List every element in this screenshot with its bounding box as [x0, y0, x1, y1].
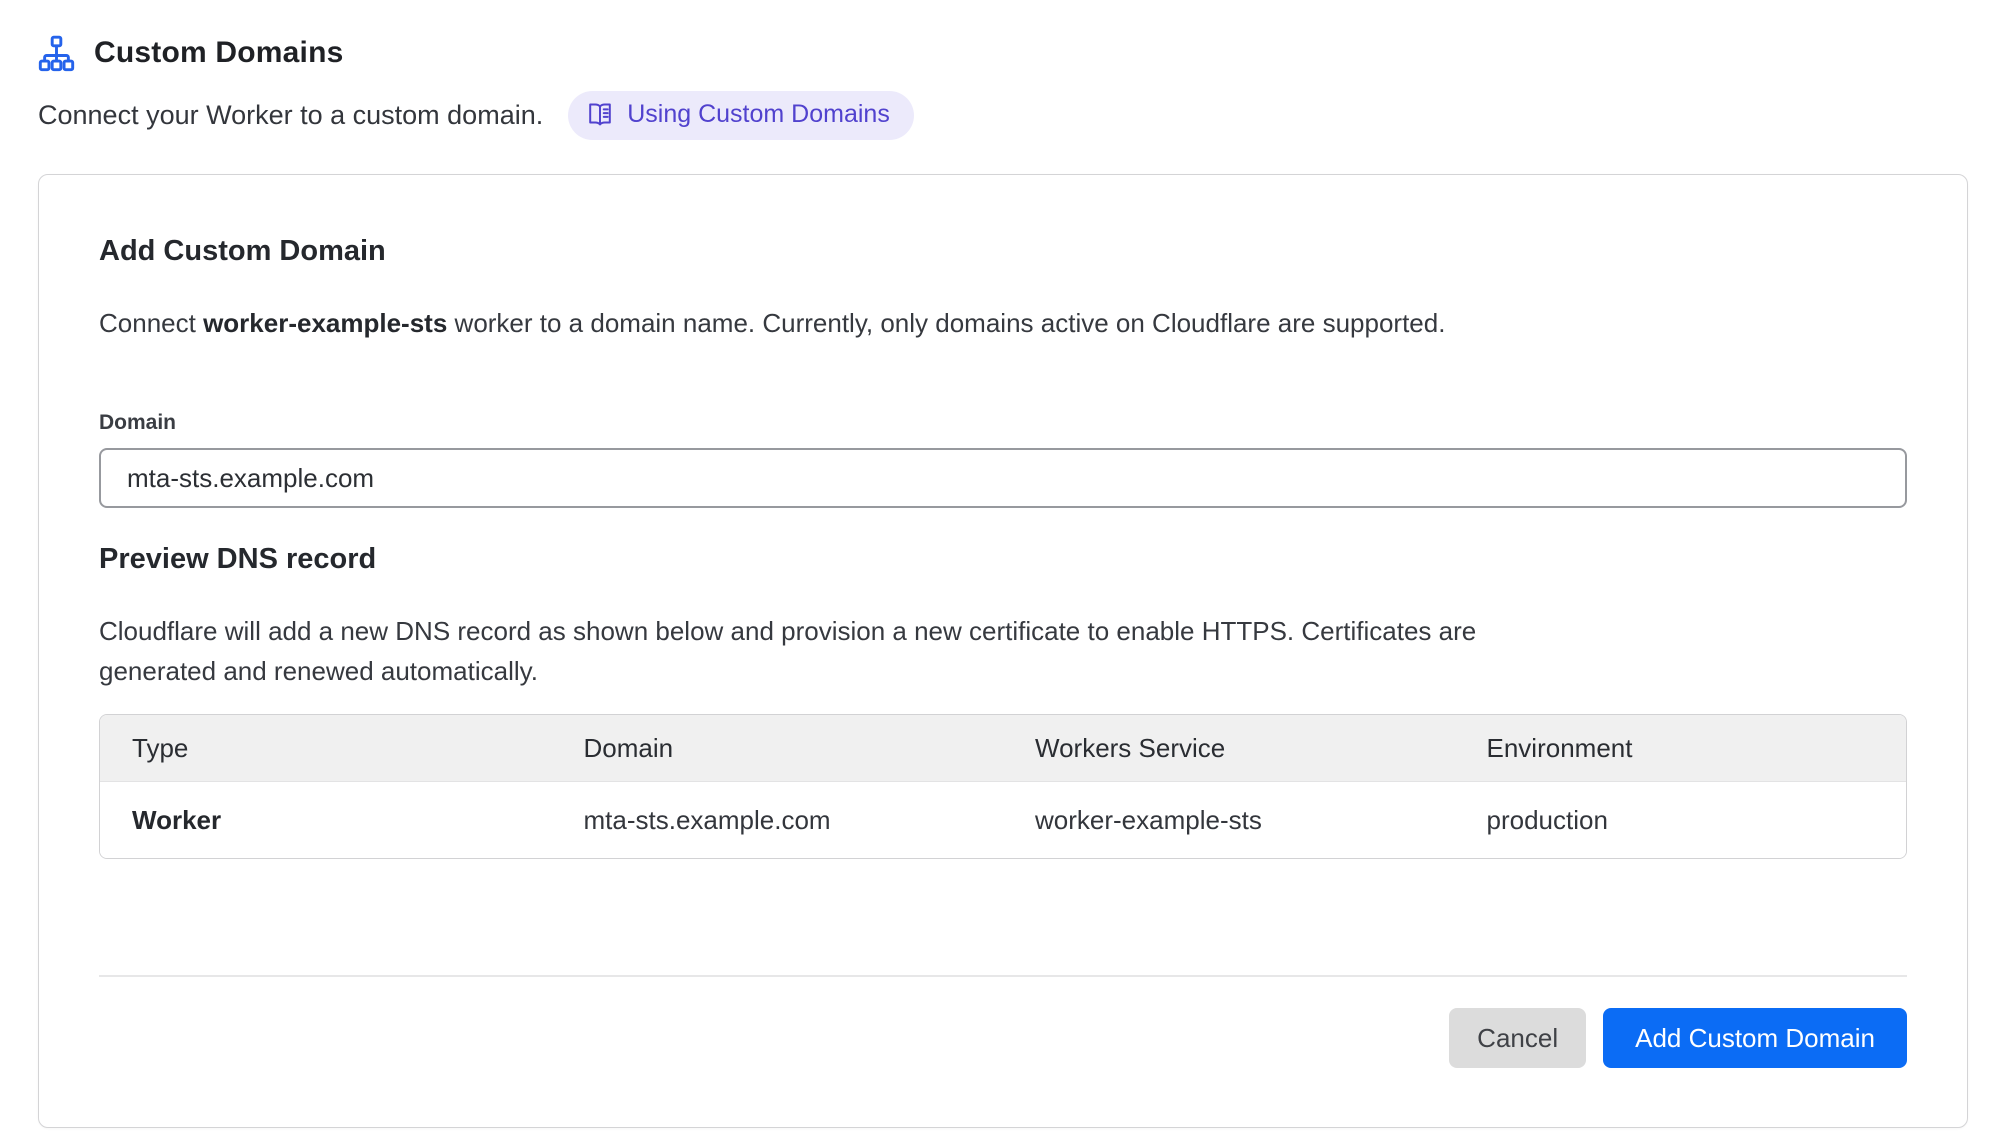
domain-field-group: Domain: [99, 409, 1907, 508]
card-actions: Cancel Add Custom Domain: [99, 1008, 1907, 1068]
preview-desc-line-2: generated and renewed automatically.: [99, 651, 1907, 691]
sitemap-icon: [38, 35, 75, 72]
table-row: Worker mta-sts.example.com worker-exampl…: [100, 782, 1906, 859]
preview-desc-line-1: Cloudflare will add a new DNS record as …: [99, 611, 1907, 651]
table-header-row: Type Domain Workers Service Environment: [100, 715, 1906, 782]
intro-suffix: worker to a domain name. Currently, only…: [447, 308, 1445, 338]
card-intro-text: Connect worker-example-sts worker to a d…: [99, 305, 1907, 341]
page-header: Custom Domains: [38, 30, 1961, 76]
cell-workers-service: worker-example-sts: [1003, 782, 1455, 859]
worker-name: worker-example-sts: [203, 308, 447, 338]
cell-environment: production: [1455, 782, 1907, 859]
page-title: Custom Domains: [94, 36, 344, 70]
docs-link-using-custom-domains[interactable]: Using Custom Domains: [568, 91, 914, 140]
column-header-type: Type: [100, 715, 552, 782]
cell-type: Worker: [100, 782, 552, 859]
preview-dns-heading: Preview DNS record: [99, 541, 1907, 577]
column-header-domain: Domain: [552, 715, 1004, 782]
domain-field-label: Domain: [99, 409, 1907, 437]
book-open-icon: [586, 101, 614, 129]
dns-preview-table: Type Domain Workers Service Environment …: [99, 714, 1907, 859]
add-custom-domain-card: Add Custom Domain Connect worker-example…: [38, 174, 1968, 1128]
domain-input[interactable]: [99, 448, 1907, 508]
intro-prefix: Connect: [99, 308, 203, 338]
add-custom-domain-button[interactable]: Add Custom Domain: [1603, 1008, 1907, 1068]
docs-link-label: Using Custom Domains: [627, 102, 890, 127]
custom-domains-page: Custom Domains Connect your Worker to a …: [0, 0, 1999, 1128]
page-subtitle: Connect your Worker to a custom domain.: [38, 100, 543, 131]
cell-domain: mta-sts.example.com: [552, 782, 1004, 859]
column-header-workers-service: Workers Service: [1003, 715, 1455, 782]
preview-dns-description: Cloudflare will add a new DNS record as …: [99, 611, 1907, 691]
subtitle-row: Connect your Worker to a custom domain. …: [38, 91, 1961, 139]
card-heading: Add Custom Domain: [99, 233, 1907, 269]
cancel-button[interactable]: Cancel: [1449, 1008, 1586, 1068]
footer-divider: [99, 975, 1907, 977]
column-header-environment: Environment: [1455, 715, 1907, 782]
